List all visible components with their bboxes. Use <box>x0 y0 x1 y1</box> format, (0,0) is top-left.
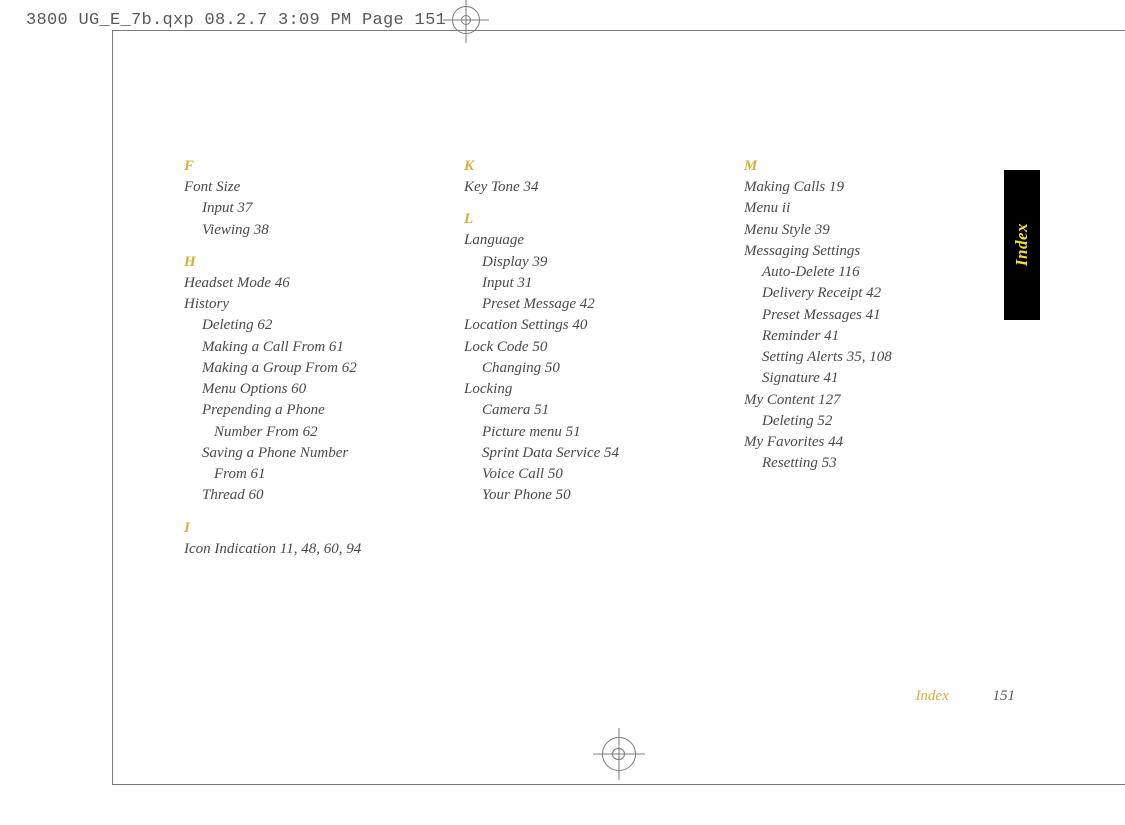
index-column-3: M Making Calls 19 Menu ii Menu Style 39 … <box>744 158 1024 560</box>
footer-page-number: 151 <box>993 688 1016 704</box>
index-entry: Font Size <box>184 177 448 197</box>
slug-text: 3800 UG_E_7b.qxp 08.2.7 3:09 PM Page 151 <box>26 11 446 30</box>
index-subentry: Making a Call From 61 <box>184 337 448 357</box>
index-subentry: Making a Group From 62 <box>184 358 448 378</box>
registration-mark-icon <box>602 737 636 771</box>
index-subentry: Signature 41 <box>744 368 1008 388</box>
index-subentry: Preset Messages 41 <box>744 305 1008 325</box>
index-entry: Language <box>464 230 728 250</box>
index-subentry-cont: From 61 <box>184 464 448 484</box>
index-subentry: Voice Call 50 <box>464 464 728 484</box>
index-entry: Menu Style 39 <box>744 220 1008 240</box>
index-subentry: Picture menu 51 <box>464 422 728 442</box>
index-entry: Making Calls 19 <box>744 177 1008 197</box>
index-subentry: Changing 50 <box>464 358 728 378</box>
index-entry: Locking <box>464 379 728 399</box>
index-subentry: Menu Options 60 <box>184 379 448 399</box>
index-subentry: Deleting 62 <box>184 315 448 335</box>
index-subentry: Auto-Delete 116 <box>744 262 1008 282</box>
index-subentry: Thread 60 <box>184 485 448 505</box>
footer-section: Index <box>915 688 948 704</box>
index-subentry: Prepending a Phone <box>184 400 448 420</box>
page-footer: Index 151 <box>915 688 1015 705</box>
index-subentry: Saving a Phone Number <box>184 443 448 463</box>
index-subentry: Input 31 <box>464 273 728 293</box>
index-entry: Headset Mode 46 <box>184 273 448 293</box>
index-subentry: Your Phone 50 <box>464 485 728 505</box>
index-letter-f: F <box>184 158 448 175</box>
index-entry: Menu ii <box>744 198 1008 218</box>
index-letter-i: I <box>184 520 448 537</box>
index-letter-h: H <box>184 254 448 271</box>
index-subentry: Resetting 53 <box>744 453 1008 473</box>
index-entry: Icon Indication 11, 48, 60, 94 <box>184 539 448 559</box>
index-entry: My Favorites 44 <box>744 432 1008 452</box>
index-subentry: Setting Alerts 35, 108 <box>744 347 1008 367</box>
index-subentry: Preset Message 42 <box>464 294 728 314</box>
index-entry: Key Tone 34 <box>464 177 728 197</box>
index-subentry: Camera 51 <box>464 400 728 420</box>
index-letter-m: M <box>744 158 1008 175</box>
index-entry: Lock Code 50 <box>464 337 728 357</box>
index-column-2: K Key Tone 34 L Language Display 39 Inpu… <box>464 158 744 560</box>
index-subentry: Viewing 38 <box>184 220 448 240</box>
index-subentry: Deleting 52 <box>744 411 1008 431</box>
index-subentry-cont: Number From 62 <box>184 422 448 442</box>
index-letter-k: K <box>464 158 728 175</box>
index-subentry: Delivery Receipt 42 <box>744 283 1008 303</box>
index-subentry: Input 37 <box>184 198 448 218</box>
index-entry: Messaging Settings <box>744 241 1008 261</box>
index-subentry: Display 39 <box>464 252 728 272</box>
index-entry: Location Settings 40 <box>464 315 728 335</box>
index-column-1: F Font Size Input 37 Viewing 38 H Headse… <box>184 158 464 560</box>
page-body: Index F Font Size Input 37 Viewing 38 H … <box>112 30 1125 785</box>
index-entry: My Content 127 <box>744 390 1008 410</box>
index-letter-l: L <box>464 211 728 228</box>
index-subentry: Reminder 41 <box>744 326 1008 346</box>
index-entry: History <box>184 294 448 314</box>
index-columns: F Font Size Input 37 Viewing 38 H Headse… <box>184 158 965 560</box>
index-subentry: Sprint Data Service 54 <box>464 443 728 463</box>
